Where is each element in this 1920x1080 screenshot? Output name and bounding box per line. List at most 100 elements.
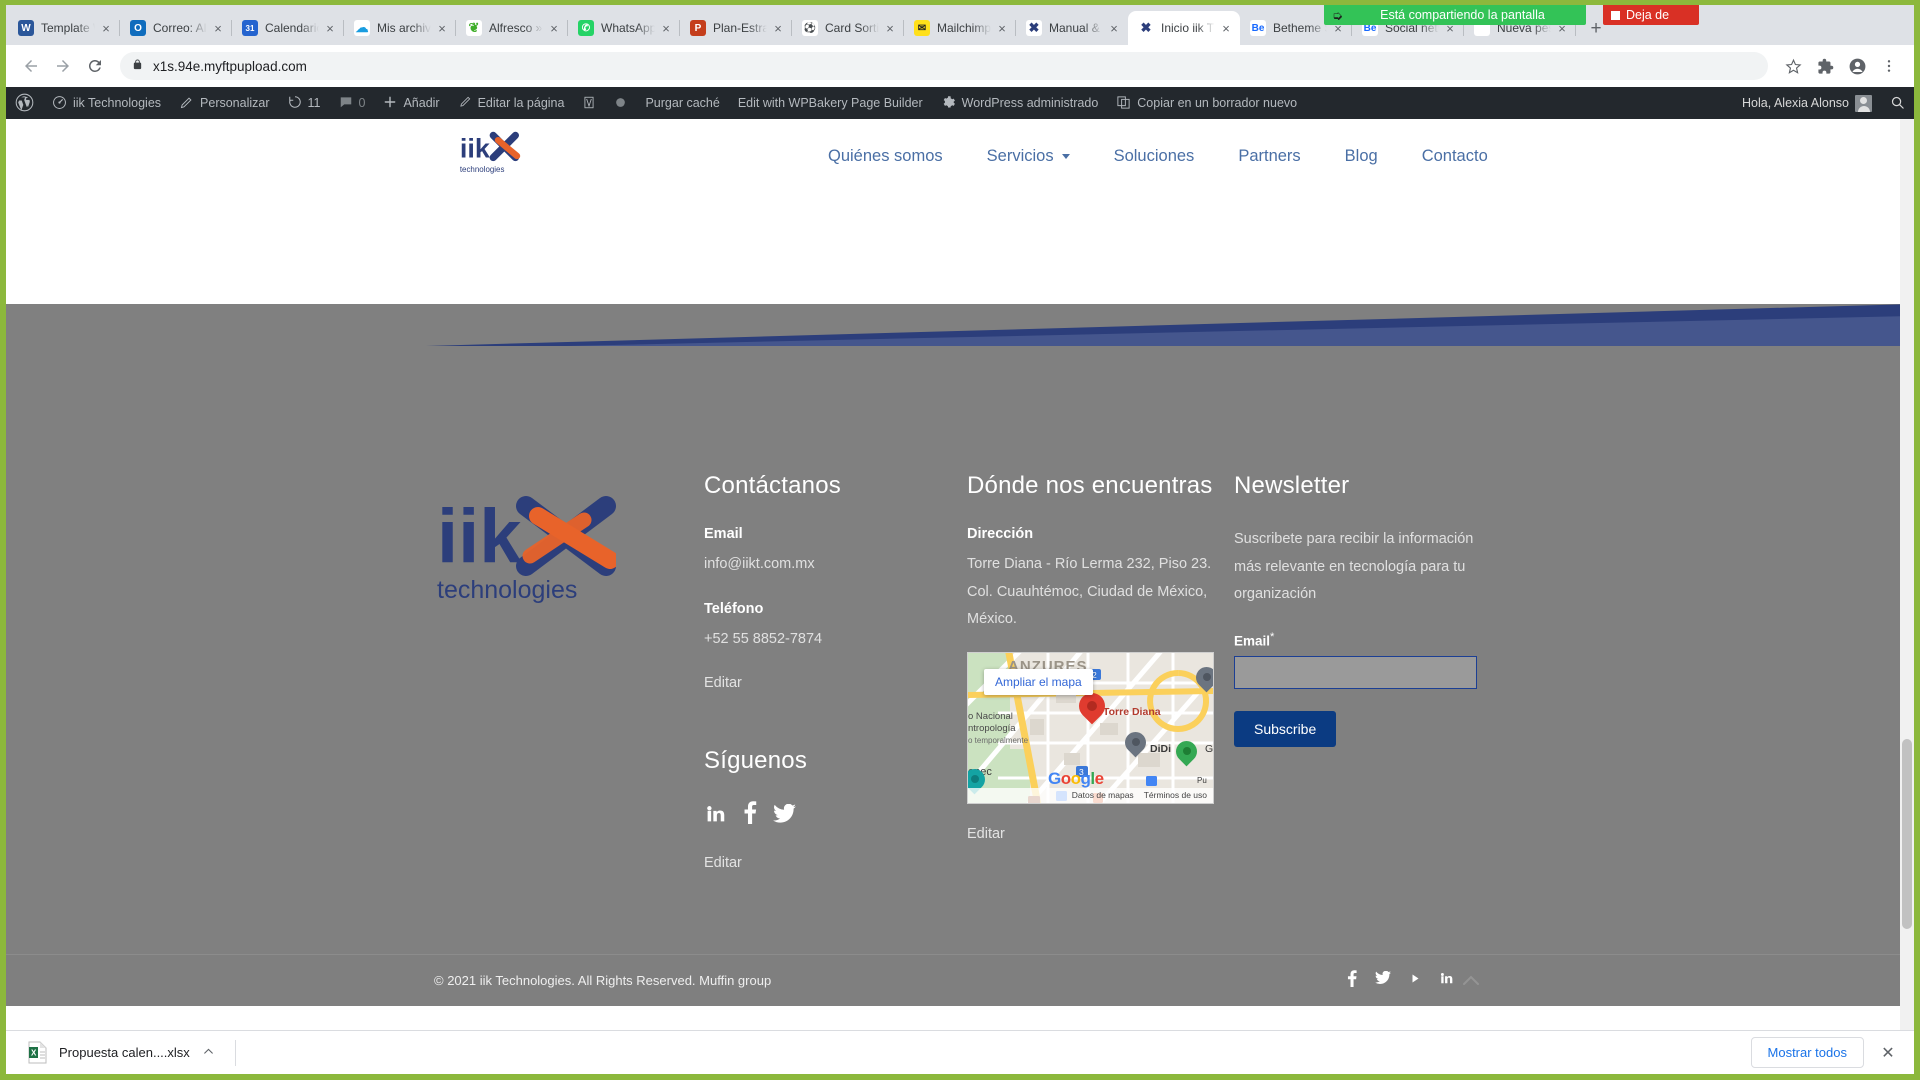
nav-item-quienes-somos[interactable]: Quiénes somos bbox=[806, 143, 965, 170]
facebook-icon[interactable] bbox=[743, 801, 757, 829]
tab-close-icon[interactable]: × bbox=[770, 20, 786, 36]
tab-title: Inicio iik T bbox=[1161, 21, 1215, 35]
footer-bottom-bar: © 2021 iik Technologies. All Rights Rese… bbox=[6, 954, 1914, 1006]
linkedin-icon[interactable] bbox=[704, 803, 727, 829]
browser-tab[interactable]: ✆ WhatsApp × bbox=[568, 11, 680, 45]
site-footer: iik technologies Contáctanos Email info@… bbox=[6, 346, 1914, 1006]
outlook-icon: O bbox=[130, 20, 146, 36]
wp-cache-status[interactable] bbox=[605, 87, 636, 119]
chevron-down-icon bbox=[1061, 154, 1070, 159]
browser-tab[interactable]: ❦ Alfresco » P× bbox=[456, 11, 568, 45]
wp-comments[interactable]: 0 bbox=[330, 87, 375, 119]
tab-title: Card Sorting bbox=[825, 21, 879, 35]
browser-menu-button[interactable] bbox=[1874, 51, 1904, 81]
newsletter-email-input[interactable] bbox=[1234, 656, 1477, 690]
google-map-embed[interactable]: ANZURES o Nacional ntropología o tempora… bbox=[967, 651, 1214, 804]
facebook-icon[interactable] bbox=[1347, 969, 1357, 992]
twitter-icon[interactable] bbox=[1375, 970, 1391, 990]
wp-edit-page[interactable]: Editar la página bbox=[449, 87, 574, 119]
browser-tab[interactable]: ☁ Mis archivos× bbox=[344, 11, 456, 45]
nav-item-soluciones[interactable]: Soluciones bbox=[1092, 143, 1217, 170]
screen-sharing-notice[interactable]: ➭ Está compartiendo la pantalla bbox=[1324, 5, 1586, 25]
address-bar[interactable]: x1s.94e.myftpupload.com bbox=[120, 52, 1768, 80]
footer-column-newsletter: Newsletter Suscribete para recibir la in… bbox=[1234, 472, 1494, 748]
map-terms-label[interactable]: Términos de uso bbox=[1144, 790, 1207, 800]
page-scrollbar[interactable] bbox=[1900, 119, 1914, 1030]
wp-purge-cache[interactable]: Purgar caché bbox=[636, 87, 728, 119]
wp-site-name-label: iik Technologies bbox=[73, 96, 162, 110]
tab-title: Correo: Ale bbox=[153, 21, 207, 35]
wp-logo-menu[interactable] bbox=[6, 87, 43, 119]
wp-search-button[interactable] bbox=[1881, 87, 1914, 119]
nav-item-servicios[interactable]: Servicios bbox=[965, 143, 1092, 170]
stop-sharing-button[interactable]: Deja de bbox=[1603, 5, 1699, 25]
screen-sharing-label: Está compartiendo la pantalla bbox=[1380, 8, 1545, 22]
wp-copy-to-draft[interactable]: Copiar en un borrador nuevo bbox=[1107, 87, 1306, 119]
browser-tab[interactable]: 31 Calendario:× bbox=[232, 11, 344, 45]
browser-tab[interactable]: ✉ Mailchimp D× bbox=[904, 11, 1016, 45]
wp-customize[interactable]: Personalizar bbox=[170, 87, 278, 119]
tab-close-icon[interactable]: × bbox=[546, 20, 562, 36]
edit-location-link[interactable]: Editar bbox=[967, 826, 1222, 842]
reload-button[interactable] bbox=[80, 51, 110, 81]
site-logo[interactable]: iik technologies bbox=[458, 129, 530, 188]
twitter-icon[interactable] bbox=[773, 803, 796, 829]
tab-close-icon[interactable]: × bbox=[98, 20, 114, 36]
edit-icon bbox=[458, 95, 472, 111]
wp-managed-wordpress[interactable]: WordPress administrado bbox=[932, 87, 1108, 119]
close-shelf-button[interactable]: ✕ bbox=[1874, 1039, 1902, 1067]
nav-item-partners[interactable]: Partners bbox=[1216, 143, 1322, 170]
profile-avatar-icon[interactable] bbox=[1842, 51, 1872, 81]
scrollbar-thumb[interactable] bbox=[1902, 739, 1912, 929]
tab-close-icon[interactable]: × bbox=[994, 20, 1010, 36]
wp-add-new[interactable]: Añadir bbox=[374, 87, 448, 119]
comment-icon bbox=[339, 95, 353, 111]
newsletter-heading: Newsletter bbox=[1234, 472, 1350, 499]
scroll-to-top-button[interactable] bbox=[1456, 966, 1486, 996]
linkedin-icon[interactable] bbox=[1439, 971, 1454, 990]
tab-close-icon[interactable]: × bbox=[210, 20, 226, 36]
nav-item-contacto[interactable]: Contacto bbox=[1400, 143, 1510, 170]
footer-social-links bbox=[1347, 969, 1454, 992]
wp-wpbakery[interactable] bbox=[573, 87, 605, 119]
tab-close-icon[interactable]: × bbox=[882, 20, 898, 36]
bookmark-star-icon[interactable] bbox=[1778, 51, 1808, 81]
extensions-icon[interactable] bbox=[1810, 51, 1840, 81]
browser-tab[interactable]: W Template W× bbox=[8, 11, 120, 45]
tab-close-icon[interactable]: × bbox=[322, 20, 338, 36]
forward-button[interactable] bbox=[48, 51, 78, 81]
browser-tab[interactable]: ✖ Inicio iik T × bbox=[1128, 11, 1240, 45]
tab-close-icon[interactable]: × bbox=[658, 20, 674, 36]
edit-follow-link[interactable]: Editar bbox=[704, 855, 954, 871]
svg-text:iik: iik bbox=[460, 134, 491, 164]
iik-icon: ✖ bbox=[1138, 20, 1154, 36]
follow-heading: Síguenos bbox=[704, 747, 808, 775]
wp-revisions[interactable]: 11 bbox=[279, 87, 330, 119]
back-button[interactable] bbox=[16, 51, 46, 81]
browser-tab[interactable]: P Plan-Estrat × bbox=[680, 11, 792, 45]
download-item[interactable]: X Propuesta calen....xlsx bbox=[18, 1037, 225, 1069]
nav-item-blog[interactable]: Blog bbox=[1323, 143, 1400, 170]
url-text: x1s.94e.myftpupload.com bbox=[153, 58, 307, 74]
tab-close-icon[interactable]: × bbox=[1106, 20, 1122, 36]
browser-tab[interactable]: ⚽ Card Sorting× bbox=[792, 11, 904, 45]
social-links bbox=[704, 801, 954, 829]
newsletter-description: Suscribete para recibir la información m… bbox=[1234, 531, 1474, 603]
newsletter-subscribe-button[interactable]: Subscribe bbox=[1234, 711, 1337, 748]
download-menu-chevron-icon[interactable] bbox=[202, 1045, 215, 1061]
nav-label: Quiénes somos bbox=[828, 147, 943, 165]
youtube-icon[interactable] bbox=[1409, 972, 1421, 990]
revision-icon bbox=[288, 95, 302, 111]
contact-heading: Contáctanos bbox=[704, 472, 841, 499]
wp-account-menu[interactable]: Hola, Alexia Alonso bbox=[1733, 87, 1881, 119]
screen-share-frame: WTemplate W×OCorreo: Ale×31Calendario:×☁… bbox=[0, 0, 1920, 1080]
tab-close-icon[interactable]: × bbox=[434, 20, 450, 36]
expand-map-button[interactable]: Ampliar el mapa bbox=[984, 668, 1093, 695]
edit-contact-link[interactable]: Editar bbox=[704, 675, 954, 691]
wp-edit-with-wpbakery[interactable]: Edit with WPBakery Page Builder bbox=[729, 87, 932, 119]
show-all-downloads-button[interactable]: Mostrar todos bbox=[1750, 1037, 1864, 1068]
browser-tab[interactable]: O Correo: Ale× bbox=[120, 11, 232, 45]
wp-site-name[interactable]: iik Technologies bbox=[43, 87, 170, 119]
browser-tab[interactable]: ✖ Manual & S× bbox=[1016, 11, 1128, 45]
tab-close-icon[interactable]: × bbox=[1218, 20, 1234, 36]
